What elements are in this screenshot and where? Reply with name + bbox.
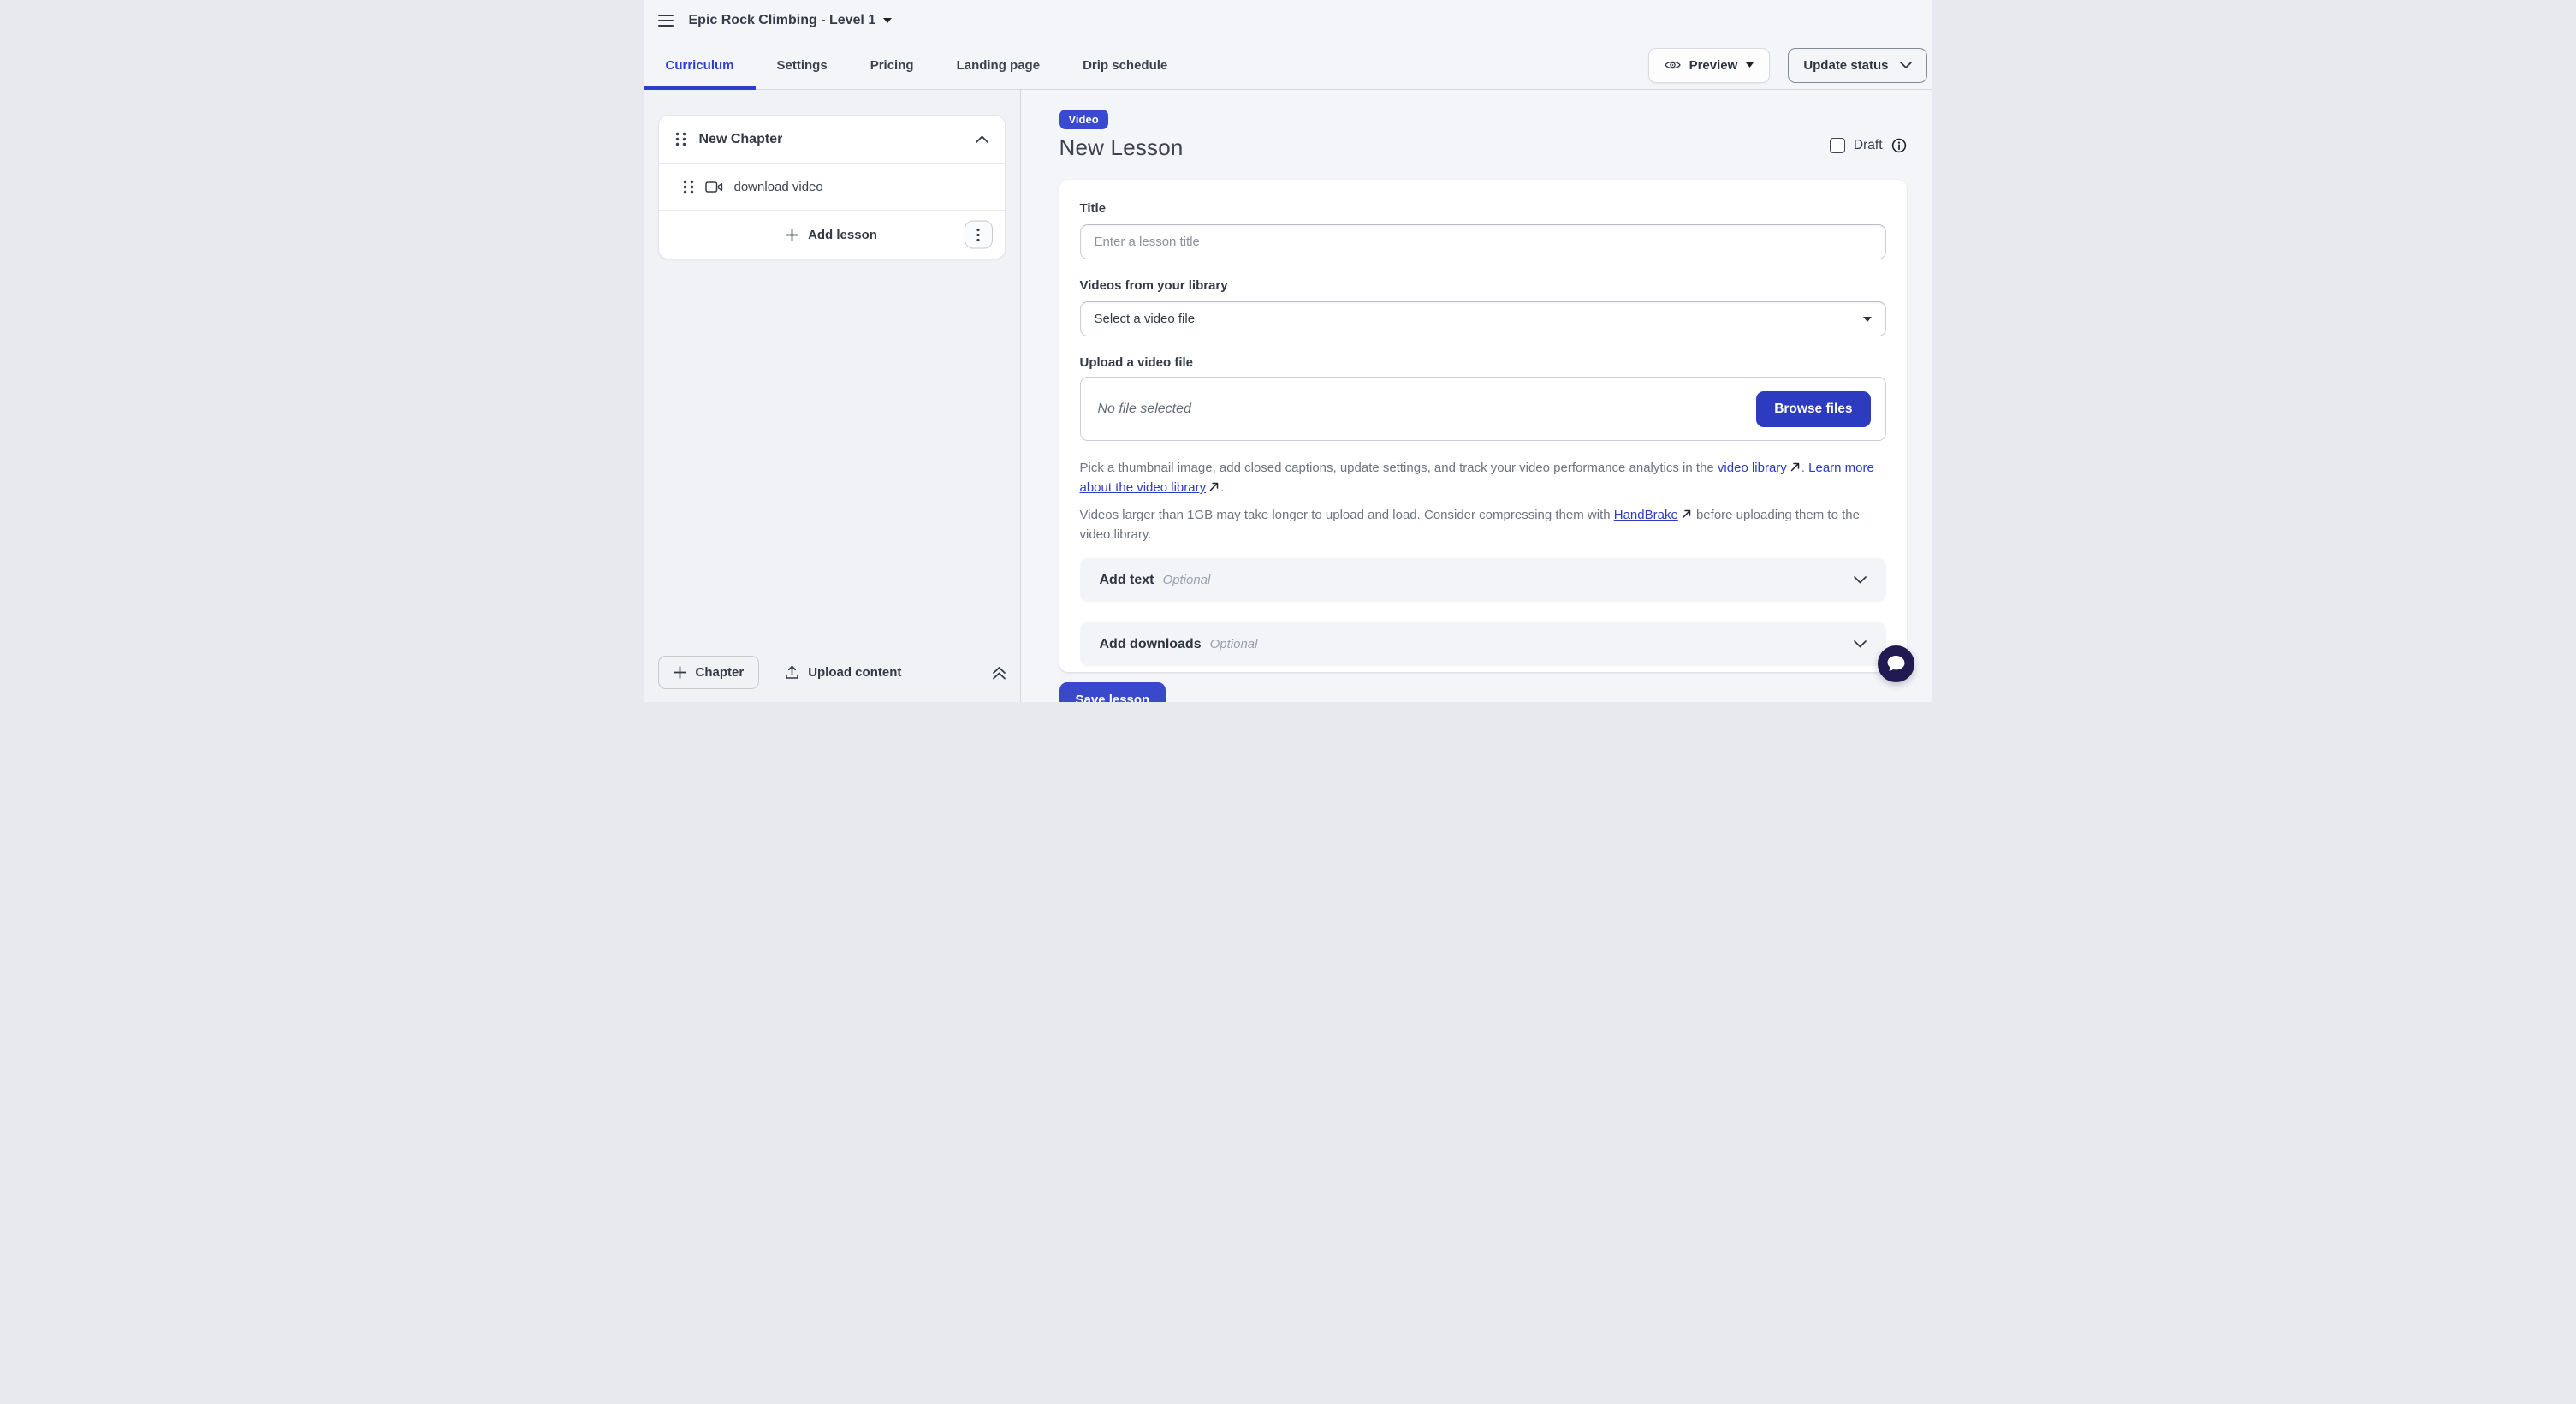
caret-down-icon: [1746, 62, 1754, 68]
tab-actions: Preview Update status: [1648, 41, 1932, 89]
title-field-label: Title: [1080, 201, 1886, 216]
video-library-select[interactable]: Select a video file: [1080, 301, 1886, 336]
drag-handle-icon[interactable]: [675, 132, 686, 146]
help-text: .: [1220, 480, 1224, 495]
tab-curriculum[interactable]: Curriculum: [644, 41, 756, 89]
tab-drip-schedule[interactable]: Drip schedule: [1061, 41, 1189, 89]
video-library-field: Videos from your library Select a video …: [1080, 278, 1886, 336]
chevron-down-icon: [1854, 576, 1867, 584]
add-lesson-button[interactable]: Add lesson: [786, 228, 877, 242]
add-lesson-label: Add lesson: [808, 228, 877, 242]
browse-files-button[interactable]: Browse files: [1756, 391, 1870, 427]
chapter-title: New Chapter: [699, 132, 963, 147]
chevron-down-icon: [1854, 640, 1867, 648]
lesson-editor: Video New Lesson Draft Title: [1021, 90, 1932, 702]
hamburger-menu-icon[interactable]: [658, 15, 674, 27]
help-text: .: [1801, 461, 1808, 475]
draft-toggle-row: Draft: [1830, 138, 1907, 153]
update-status-button[interactable]: Update status: [1788, 48, 1926, 83]
title-field: Title: [1080, 201, 1886, 259]
add-text-label: Add text: [1100, 573, 1154, 588]
draft-label: Draft: [1854, 138, 1883, 153]
external-link-icon: [1682, 509, 1691, 519]
upload-icon: [785, 665, 799, 680]
video-library-label: Videos from your library: [1080, 278, 1886, 293]
video-library-help-text: Pick a thumbnail image, add closed capti…: [1080, 458, 1889, 497]
course-switcher[interactable]: Epic Rock Climbing - Level 1: [689, 13, 893, 28]
plus-icon: [674, 666, 686, 679]
no-file-text: No file selected: [1098, 402, 1191, 417]
caret-down-icon: [883, 18, 892, 23]
chapter-card: New Chapter download video: [658, 115, 1006, 259]
upload-field: Upload a video file No file selected Bro…: [1080, 355, 1886, 441]
add-chapter-label: Chapter: [696, 665, 745, 680]
add-downloads-section[interactable]: Add downloads Optional: [1080, 622, 1886, 666]
save-lesson-button[interactable]: Save lesson: [1059, 682, 1166, 702]
tab-bar: Curriculum Settings Pricing Landing page…: [644, 41, 1932, 90]
handbrake-link[interactable]: HandBrake: [1614, 508, 1678, 522]
chapter-menu-button[interactable]: [965, 221, 993, 249]
file-upload-dropzone[interactable]: No file selected Browse files: [1080, 377, 1886, 441]
body: New Chapter download video: [644, 90, 1932, 702]
double-chevron-up-icon: [992, 666, 1006, 680]
top-bar: Epic Rock Climbing - Level 1: [644, 0, 1932, 41]
tab-landing-page[interactable]: Landing page: [935, 41, 1062, 89]
chevron-down-icon: [1900, 62, 1912, 68]
chevron-up-icon[interactable]: [976, 135, 988, 143]
tab-settings[interactable]: Settings: [756, 41, 849, 89]
lesson-form-card: Title Videos from your library Select a …: [1059, 180, 1907, 672]
video-camera-icon: [705, 181, 723, 193]
optional-label: Optional: [1210, 637, 1854, 651]
lesson-title-block: Video New Lesson: [1059, 110, 1184, 161]
lesson-title: download video: [734, 180, 823, 194]
upload-content-button[interactable]: Upload content: [785, 665, 901, 680]
upload-field-label: Upload a video file: [1080, 355, 1886, 370]
add-downloads-label: Add downloads: [1100, 637, 1202, 652]
lesson-type-badge: Video: [1059, 110, 1108, 129]
course-title: Epic Rock Climbing - Level 1: [689, 13, 876, 28]
external-link-icon: [1790, 462, 1800, 472]
eye-icon: [1665, 59, 1681, 71]
caret-down-icon: [1863, 317, 1872, 322]
lesson-header: Video New Lesson Draft: [1059, 110, 1907, 161]
kebab-menu-icon: [976, 228, 980, 241]
optional-label: Optional: [1163, 573, 1854, 587]
chat-widget-button[interactable]: [1878, 645, 1914, 682]
lesson-title-input[interactable]: [1080, 224, 1886, 259]
add-lesson-row: Add lesson: [659, 211, 1005, 259]
course-builder-page: Epic Rock Climbing - Level 1 Curriculum …: [644, 0, 1932, 702]
lesson-page-title: New Lesson: [1059, 134, 1184, 161]
upload-content-label: Upload content: [808, 665, 901, 680]
external-link-icon: [1209, 482, 1219, 491]
tabs: Curriculum Settings Pricing Landing page…: [644, 41, 1190, 89]
collapse-all-button[interactable]: [992, 666, 1006, 680]
draft-checkbox[interactable]: [1830, 138, 1845, 153]
video-library-select-value: Select a video file: [1095, 312, 1196, 326]
update-status-label: Update status: [1803, 58, 1888, 73]
help-text: Pick a thumbnail image, add closed capti…: [1080, 461, 1718, 475]
lesson-row[interactable]: download video: [659, 164, 1005, 211]
add-text-section[interactable]: Add text Optional: [1080, 558, 1886, 602]
info-icon[interactable]: [1891, 138, 1907, 153]
compression-help-text: Videos larger than 1GB may take longer t…: [1080, 505, 1889, 544]
plus-icon: [786, 229, 798, 241]
tab-pricing[interactable]: Pricing: [849, 41, 935, 89]
curriculum-sidebar: New Chapter download video: [644, 90, 1021, 702]
video-library-link[interactable]: video library: [1718, 461, 1787, 475]
help-text: Videos larger than 1GB may take longer t…: [1080, 508, 1614, 522]
add-chapter-button[interactable]: Chapter: [658, 656, 760, 689]
chat-bubble-icon: [1886, 655, 1906, 673]
chapter-header[interactable]: New Chapter: [659, 116, 1005, 164]
sidebar-footer: Chapter Upload content: [644, 656, 1020, 702]
preview-button[interactable]: Preview: [1648, 48, 1771, 83]
drag-handle-icon[interactable]: [683, 180, 694, 194]
preview-label: Preview: [1689, 58, 1738, 73]
